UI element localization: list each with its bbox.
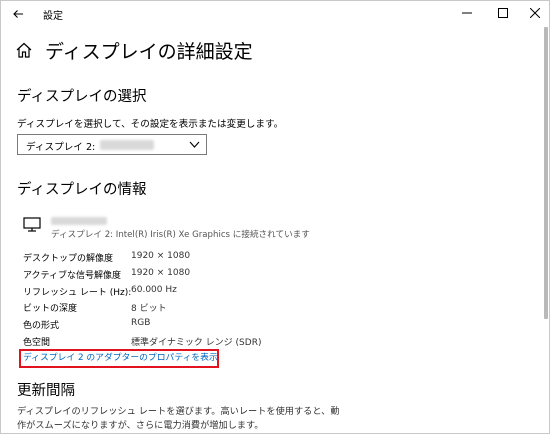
info-label: 色空間 xyxy=(23,337,51,348)
info-row-refresh-rate: リフレッシュ レート (Hz): 60.000 Hz xyxy=(23,283,323,300)
vertical-scrollbar[interactable] xyxy=(544,27,548,319)
close-button[interactable] xyxy=(517,1,549,25)
settings-window: 設定 ディスプレイの詳細設定 ディスプレイの選択 ディスプレイを選択して、その設… xyxy=(0,0,550,434)
minimize-icon xyxy=(462,12,472,14)
info-value: RGB xyxy=(131,318,151,329)
dropdown-selected-value: ディスプレイ 2: xyxy=(26,142,96,153)
back-button[interactable] xyxy=(7,3,29,25)
info-label: ビットの深度 xyxy=(23,304,78,315)
display-info-table: デスクトップの解像度 1920 × 1080 アクティブな信号解像度 1920 … xyxy=(23,249,323,350)
info-row-color-format: 色の形式 RGB xyxy=(23,316,323,333)
home-icon[interactable] xyxy=(15,41,33,59)
close-icon xyxy=(530,8,540,18)
display-select-dropdown[interactable]: ディスプレイ 2: xyxy=(17,134,207,155)
adapter-properties-link[interactable]: ディスプレイ 2 のアダプターのプロパティを表示します xyxy=(19,349,219,368)
info-value: 1920 × 1080 xyxy=(131,267,191,278)
maximize-icon xyxy=(498,8,508,18)
window-title: 設定 xyxy=(43,11,63,22)
minimize-button[interactable] xyxy=(449,1,485,25)
info-row-bit-depth: ビットの深度 8 ビット xyxy=(23,299,323,316)
info-value: 8 ビット xyxy=(131,304,167,315)
info-label: 色の形式 xyxy=(23,321,60,332)
maximize-button[interactable] xyxy=(485,1,521,25)
display-info-heading: ディスプレイの情報 xyxy=(17,182,147,198)
chevron-down-icon xyxy=(189,141,200,148)
page-header: ディスプレイの詳細設定 xyxy=(15,37,253,63)
monitor-icon xyxy=(23,217,41,232)
redacted-monitor-name xyxy=(51,217,107,225)
info-label: デスクトップの解像度 xyxy=(23,254,114,264)
redacted-display-name xyxy=(100,140,154,150)
info-value: 1920 × 1080 xyxy=(131,251,191,261)
info-row-desktop-resolution: デスクトップの解像度 1920 × 1080 xyxy=(23,249,323,266)
info-label: アクティブな信号解像度 xyxy=(23,270,122,281)
refresh-rate-heading: 更新間隔 xyxy=(17,383,75,399)
page-title: ディスプレイの詳細設定 xyxy=(45,40,253,63)
back-arrow-icon xyxy=(13,10,23,18)
title-bar: 設定 xyxy=(1,1,549,27)
info-row-color-space: 色空間 標準ダイナミック レンジ (SDR) xyxy=(23,333,323,350)
info-value: 60.000 Hz xyxy=(131,284,177,295)
info-label: リフレッシュ レート (Hz): xyxy=(23,287,132,298)
info-value: 標準ダイナミック レンジ (SDR) xyxy=(131,337,262,348)
info-row-active-signal-resolution: アクティブな信号解像度 1920 × 1080 xyxy=(23,266,323,283)
refresh-rate-description: ディスプレイのリフレッシュ レートを選びます。高いレートを使用すると、動作がスム… xyxy=(17,406,340,431)
select-display-description: ディスプレイを選択して、その設定を表示または変更します。 xyxy=(17,119,284,130)
select-display-heading: ディスプレイの選択 xyxy=(17,89,147,105)
monitor-connection-text: ディスプレイ 2: Intel(R) Iris(R) Xe Graphics に… xyxy=(51,230,310,240)
